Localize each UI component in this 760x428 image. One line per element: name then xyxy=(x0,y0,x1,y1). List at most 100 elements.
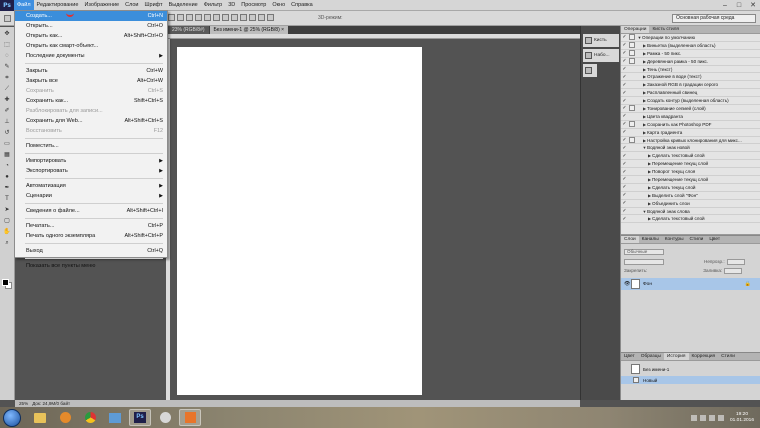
checkmark-icon[interactable]: ✓ xyxy=(621,145,628,151)
panel-tab[interactable]: Коррекция xyxy=(689,353,719,360)
action-row[interactable]: ✓ ▶ Сделать текстовый слой xyxy=(621,152,760,161)
distribute-icon[interactable] xyxy=(240,14,247,21)
menu-item[interactable]: Фильтр xyxy=(201,0,225,11)
menu-item[interactable]: 3D xyxy=(225,0,238,11)
distribute-icon[interactable] xyxy=(267,14,274,21)
type-tool-icon[interactable]: T xyxy=(3,195,12,203)
menu-item[interactable]: Редактирование xyxy=(34,0,82,11)
panel-tab[interactable]: Каналы xyxy=(639,236,662,243)
action-row[interactable]: ✓ ▶ Тонирование сепией (слой) xyxy=(621,105,760,113)
action-row[interactable]: ✓ ▶ Перемещение текущ слой xyxy=(621,176,760,184)
file-menu-item[interactable]: Сохранить для Web... Alt+Shift+Ctrl+S xyxy=(15,116,167,126)
checkmark-icon[interactable]: ✓ xyxy=(621,50,628,56)
dialog-toggle-icon[interactable] xyxy=(629,34,635,41)
marquee-tool-icon[interactable]: ⬚ xyxy=(3,41,12,49)
panel-tab[interactable]: Контуры xyxy=(662,236,687,243)
action-row[interactable]: ✓ ▶ Выделить слой "Фон" xyxy=(621,192,760,200)
checkmark-icon[interactable]: ✓ xyxy=(621,105,628,111)
file-menu-item[interactable]: Создать... Ctrl+N xyxy=(15,11,167,21)
distribute-icon[interactable] xyxy=(249,14,256,21)
align-icon[interactable] xyxy=(168,14,175,21)
layer-row[interactable]: 👁 Фон 🔒 xyxy=(621,278,760,290)
action-row[interactable]: ✓ ▶ Поворот текущ слоя xyxy=(621,168,760,177)
checkmark-icon[interactable]: ✓ xyxy=(621,153,628,159)
panel-tab[interactable]: Образцы xyxy=(638,353,664,360)
close-icon[interactable]: ✕ xyxy=(746,0,760,11)
checkmark-icon[interactable]: ✓ xyxy=(621,161,628,167)
action-row[interactable]: ✓ ▶ Деревянная рамка - 50 пикс. xyxy=(621,58,760,66)
brush-tool-icon[interactable]: ✐ xyxy=(3,107,12,115)
action-row[interactable]: ✓ ▼ Водяной знак новой xyxy=(621,144,760,153)
explorer-icon[interactable] xyxy=(29,409,51,426)
tool-presets-button[interactable] xyxy=(583,64,597,77)
blur-tool-icon[interactable]: ◔ xyxy=(3,162,12,170)
align-icon[interactable] xyxy=(186,14,193,21)
document-canvas[interactable] xyxy=(177,47,422,395)
path-select-icon[interactable]: ➤ xyxy=(3,206,12,214)
workspace-select[interactable]: Основная рабочая среда xyxy=(672,14,756,23)
file-menu-item[interactable]: Последние документы ▶ xyxy=(15,51,167,61)
office-app-icon[interactable] xyxy=(179,409,201,426)
panel-tab[interactable]: Кисть стиля xyxy=(649,26,682,33)
maximize-icon[interactable]: □ xyxy=(732,0,746,11)
checkmark-icon[interactable]: ✓ xyxy=(621,34,628,40)
panel-tab[interactable]: Стили xyxy=(718,353,738,360)
document-tab[interactable]: Без имени-1 @ 25% (RGB/8) × xyxy=(209,26,289,34)
action-row[interactable]: ✓ ▶ Рамка - 50 пикс. xyxy=(621,50,760,58)
tray-icon[interactable] xyxy=(699,414,706,421)
distribute-icon[interactable] xyxy=(222,14,229,21)
action-row[interactable]: ✓ ▶ Цвета квадранта xyxy=(621,113,760,121)
action-row[interactable]: ✓ ▶ Сделать текстовый слой xyxy=(621,215,760,224)
checkmark-icon[interactable]: ✓ xyxy=(621,121,628,127)
file-menu-item[interactable]: Открыть... Ctrl+O xyxy=(15,21,167,31)
history-state[interactable]: Новый xyxy=(621,376,760,384)
file-menu-item[interactable]: Открыть как смарт-объект... xyxy=(15,41,167,51)
action-row[interactable]: ✓ ▶ Сохранить как Photoshop PDF xyxy=(621,121,760,129)
checkmark-icon[interactable]: ✓ xyxy=(621,58,628,64)
file-menu-item[interactable]: Закрыть все Alt+Ctrl+W xyxy=(15,76,167,86)
dialog-toggle-icon[interactable] xyxy=(629,50,635,57)
panel-tab[interactable]: Цвет xyxy=(621,353,638,360)
tray-icon[interactable] xyxy=(690,414,697,421)
align-icon[interactable] xyxy=(195,14,202,21)
dialog-toggle-icon[interactable] xyxy=(629,105,635,112)
clock[interactable]: 19:20 01.01.2016 xyxy=(730,412,754,424)
menu-item[interactable]: Слои xyxy=(122,0,141,11)
file-menu-item[interactable]: Выход Ctrl+Q xyxy=(15,246,167,256)
hand-tool-icon[interactable]: ✋ xyxy=(3,228,12,236)
fill-field[interactable] xyxy=(724,267,743,274)
checkmark-icon[interactable]: ✓ xyxy=(621,66,628,72)
checkmark-icon[interactable]: ✓ xyxy=(621,169,628,175)
eye-icon[interactable]: 👁 xyxy=(624,281,630,287)
align-icon[interactable] xyxy=(213,14,220,21)
action-row[interactable]: ✓ ▶ Объединить слои xyxy=(621,200,760,208)
dodge-tool-icon[interactable]: ● xyxy=(3,173,12,181)
menu-item[interactable]: Окно xyxy=(269,0,288,11)
layer-kind-select[interactable]: Обычные xyxy=(624,248,664,255)
action-row[interactable]: ✓ ▶ Заказной RGB в градации серого xyxy=(621,81,760,90)
dialog-toggle-icon[interactable] xyxy=(629,121,635,128)
menu-item[interactable]: Просмотр xyxy=(238,0,269,11)
brush-panel-button[interactable]: Кисть xyxy=(583,34,619,47)
shape-tool-icon[interactable]: ▢ xyxy=(3,217,12,225)
history-brush-icon[interactable]: ↺ xyxy=(3,129,12,137)
document-tab[interactable]: 23% (RGB/8#) xyxy=(168,26,209,34)
paint-icon[interactable] xyxy=(104,409,126,426)
dialog-toggle-icon[interactable] xyxy=(629,42,635,49)
checkmark-icon[interactable]: ✓ xyxy=(621,137,628,143)
file-menu-item[interactable]: Импортировать ▶ xyxy=(15,156,167,166)
action-row[interactable]: ✓ ▶ Создать контур (выделенная область) xyxy=(621,97,760,106)
hyperlink-app-icon[interactable] xyxy=(154,409,176,426)
file-menu-item[interactable]: Печать одного экземпляра Alt+Shift+Ctrl+P xyxy=(15,231,167,241)
menu-item[interactable]: Справка xyxy=(288,0,316,11)
action-row[interactable]: ✓ ▶ Карта градиента xyxy=(621,129,760,137)
brush-presets-button[interactable]: Набо... xyxy=(583,49,619,62)
menu-item[interactable]: Изображение xyxy=(81,0,122,11)
checkmark-icon[interactable]: ✓ xyxy=(621,200,628,206)
blend-mode-select[interactable] xyxy=(624,258,664,265)
chrome-icon[interactable] xyxy=(79,409,101,426)
action-row[interactable]: ✓ ▶ Виньетка (выделенная область) xyxy=(621,42,760,50)
menu-item[interactable]: Файл xyxy=(14,0,34,11)
quick-select-tool-icon[interactable]: ✎ xyxy=(3,63,12,71)
eyedropper-tool-icon[interactable]: ⟋ xyxy=(3,85,12,93)
